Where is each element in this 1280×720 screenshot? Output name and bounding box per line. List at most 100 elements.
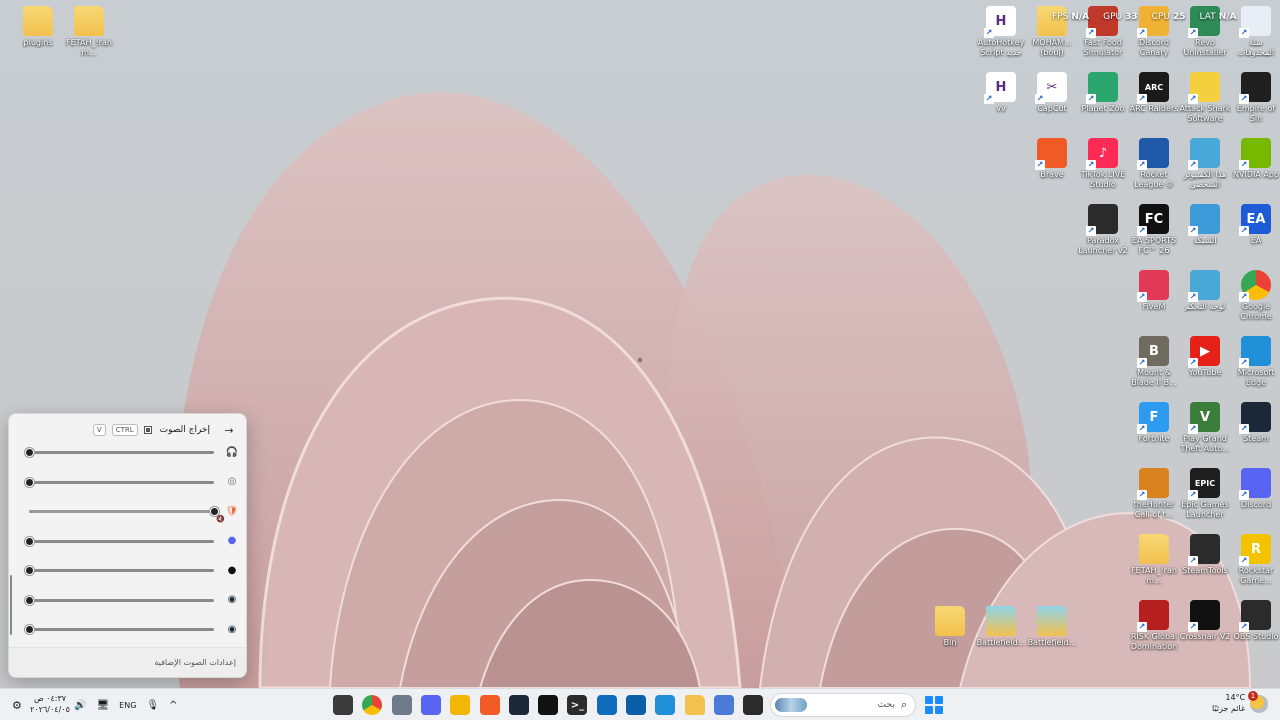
desktop-shortcut[interactable]: RRockstar Game... <box>1230 530 1280 586</box>
slider-fill <box>29 510 214 513</box>
volume-slider[interactable] <box>25 444 214 460</box>
desktop-shortcut[interactable]: RISK Global Domination <box>1128 596 1180 652</box>
taskbar-app-icon[interactable] <box>391 695 412 715</box>
app-icon <box>1137 600 1169 632</box>
desktop-shortcut[interactable]: سلة المحذوفات <box>1230 2 1280 58</box>
desktop-shortcut[interactable]: ♪TikTok LIVE Studio <box>1077 134 1129 190</box>
language-indicator[interactable]: ENG <box>119 701 136 710</box>
taskbar-app-icon[interactable] <box>626 695 646 715</box>
desktop-icon-label: Bin <box>943 638 957 647</box>
network-icon[interactable]: 🖥 <box>96 700 109 711</box>
desktop-folder-plugins[interactable]: plugins <box>12 2 64 48</box>
desktop-shortcut[interactable]: Paradox Launcher v2 <box>1077 200 1129 256</box>
desktop-icon-label: AutoHotkey Script جديد <box>977 38 1025 57</box>
desktop-shortcut[interactable]: FCEA SPORTS FC™ 26 <box>1128 200 1180 256</box>
slider-thumb[interactable] <box>25 448 34 457</box>
desktop-shortcut[interactable]: OBS Studio <box>1230 596 1280 642</box>
desktop-shortcut[interactable]: VPlay Grand Theft Auto... <box>1179 398 1231 454</box>
desktop-shortcut[interactable]: الشبكة <box>1179 200 1231 246</box>
taskbar-app-icon[interactable] <box>596 695 617 715</box>
volume-slider[interactable] <box>25 562 214 578</box>
volume-slider[interactable] <box>25 503 219 519</box>
desktop-shortcut[interactable]: FFortnite <box>1128 398 1180 444</box>
slider-thumb[interactable] <box>25 625 34 634</box>
desktop-shortcut[interactable]: ▶YouTube <box>1179 332 1231 378</box>
taskbar-brave-icon[interactable] <box>479 695 500 715</box>
search-input[interactable]: بحث ⌕ <box>770 693 916 717</box>
desktop-shortcut[interactable]: EAEA <box>1230 200 1280 246</box>
desktop-shortcut[interactable]: Rocket League ® <box>1128 134 1180 190</box>
taskbar-discord-icon[interactable] <box>420 695 441 715</box>
desktop-shortcut[interactable]: SteamTools <box>1179 530 1231 576</box>
desktop-folder-battlefield-2[interactable]: Battlefield... <box>1026 602 1078 648</box>
desktop-icon-label: Rockstar Game... <box>1238 566 1274 585</box>
volume-slider[interactable] <box>25 592 214 608</box>
taskbar-steam-icon[interactable] <box>508 695 529 715</box>
volume-slider[interactable] <box>25 621 214 637</box>
taskbar-chrome-icon[interactable] <box>362 695 383 715</box>
slider-thumb[interactable] <box>25 595 34 605</box>
volume-slider[interactable] <box>25 533 214 549</box>
start-button[interactable] <box>925 696 943 714</box>
weather-widget[interactable]: 14°C غائم جزئيًا <box>1212 692 1245 714</box>
desktop-shortcut[interactable]: NVIDIA App <box>1230 134 1280 180</box>
desktop-shortcut[interactable]: Hvv <box>975 68 1027 114</box>
desktop-shortcut[interactable]: FiveM <box>1128 266 1180 312</box>
desktop-shortcut[interactable]: Microsoft Edge <box>1230 332 1280 388</box>
app-icon <box>1188 534 1220 566</box>
desktop-shortcut[interactable]: Revo Uninstaller <box>1179 2 1231 58</box>
clock[interactable]: ٠٤:٣٧ ص ٢٠٢٦/٠٤/٠٥ <box>28 693 72 715</box>
taskbar-app-icon[interactable] <box>333 695 353 715</box>
desktop-shortcut[interactable]: EPICEpic Games Launcher <box>1179 464 1231 520</box>
desktop-icon-label: Brave <box>1040 170 1064 179</box>
arrow-right-icon[interactable]: → <box>222 424 236 437</box>
volume-slider[interactable] <box>25 474 214 490</box>
desktop-shortcut[interactable]: Fast Food Simulator <box>1077 2 1129 58</box>
microphone-icon[interactable]: 🎙 <box>146 700 159 711</box>
app-icon: B <box>1137 336 1169 368</box>
taskbar-app-icon[interactable] <box>713 695 734 715</box>
desktop-shortcut[interactable]: FETAH_!ranm... <box>1128 530 1180 586</box>
slider-thumb[interactable] <box>25 477 34 487</box>
desktop-shortcut[interactable]: ✂CapCut <box>1026 68 1078 114</box>
desktop-shortcut[interactable]: Steam <box>1230 398 1280 444</box>
app-icon: EPIC <box>1188 468 1220 500</box>
desktop-shortcut[interactable]: هذا الكمبيوتر الشخصي <box>1179 134 1231 190</box>
desktop-shortcut[interactable]: Attack Shark Software <box>1179 68 1231 124</box>
desktop-shortcut[interactable]: theHunter Call of t... <box>1128 464 1180 520</box>
desktop-icon-label: theHunter Call of t... <box>1133 500 1175 519</box>
app-icon <box>1188 204 1220 236</box>
more-sound-settings-link[interactable]: إعدادات الصوت الإضافية <box>9 647 246 677</box>
volume-icon[interactable]: 🔊 <box>74 700 86 711</box>
chevron-up-icon[interactable]: ^ <box>169 700 177 711</box>
gear-icon: ⚙ <box>12 698 22 712</box>
mixer-scrollbar[interactable] <box>10 575 12 635</box>
desktop-shortcut[interactable]: BMount & Blade II B... <box>1128 332 1180 388</box>
desktop-shortcut[interactable]: MOHAM... (bouj) <box>1026 2 1078 58</box>
mixer-channel-row: ◎ <box>25 474 238 490</box>
desktop-shortcut[interactable]: Empire of Sin <box>1230 68 1280 124</box>
desktop-shortcut[interactable]: Crosshair V2 <box>1179 596 1231 642</box>
app-icon: FC <box>1137 204 1169 236</box>
desktop-shortcut[interactable]: Google Chrome <box>1230 266 1280 322</box>
slider-thumb[interactable] <box>25 566 34 575</box>
desktop-folder-fetah[interactable]: FETAH_!ranm... <box>63 2 115 58</box>
desktop-shortcut[interactable]: لوحة التحكم <box>1179 266 1231 312</box>
desktop-shortcut[interactable]: HAutoHotkey Script جديد <box>975 2 1027 58</box>
desktop-icon-label: YouTube <box>1188 368 1222 377</box>
desktop-shortcut[interactable]: Planet Zoo <box>1077 68 1129 114</box>
taskbar-file-explorer-icon[interactable] <box>684 695 705 715</box>
taskbar-app-icon[interactable] <box>743 695 764 715</box>
taskbar-edge-icon[interactable] <box>655 695 676 715</box>
desktop-shortcut[interactable]: Brave <box>1026 134 1078 180</box>
taskbar-app-icon[interactable] <box>450 695 471 715</box>
desktop-shortcut[interactable]: ARCARC Raiders <box>1128 68 1180 114</box>
settings-gear[interactable]: ⚙ <box>12 689 22 720</box>
taskbar-terminal-icon[interactable]: >_ <box>567 695 588 715</box>
desktop-folder-battlefield-1[interactable]: Battlefield... <box>975 602 1027 648</box>
desktop-shortcut[interactable]: Discord <box>1230 464 1280 510</box>
desktop-folder-bin[interactable]: Bin <box>924 602 976 648</box>
slider-thumb[interactable] <box>25 536 34 546</box>
desktop-shortcut[interactable]: Discord Canary <box>1128 2 1180 58</box>
taskbar-app-icon[interactable] <box>538 695 559 715</box>
